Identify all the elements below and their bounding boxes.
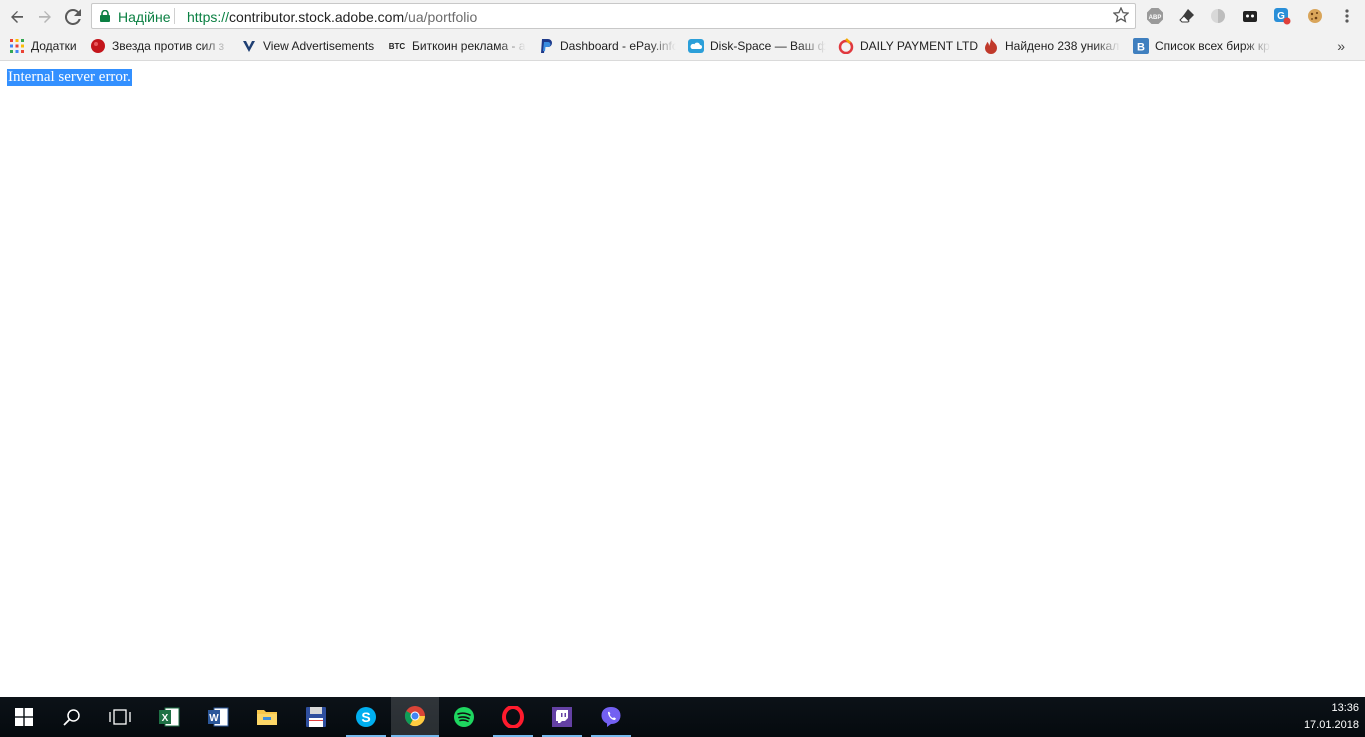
opera-icon bbox=[502, 706, 524, 728]
start-button[interactable] bbox=[0, 697, 48, 737]
paypal-icon bbox=[538, 38, 554, 54]
search-button[interactable] bbox=[48, 697, 96, 737]
abp-icon[interactable]: ABP bbox=[1144, 5, 1166, 27]
svg-text:W: W bbox=[209, 713, 219, 724]
bookmarks-bar: Додатки Звезда против сил з View Adverti… bbox=[0, 33, 1365, 61]
windows-taskbar: X W S 13:36 17.01.2018 bbox=[0, 697, 1365, 737]
task-view-button[interactable] bbox=[96, 697, 144, 737]
page-content: Internal server error. bbox=[0, 61, 1365, 697]
bookmark-label: Звезда против сил з bbox=[112, 39, 225, 53]
bookmark-label: Найдено 238 уникал bbox=[1005, 39, 1120, 53]
viber-icon bbox=[601, 707, 621, 727]
address-separator bbox=[174, 8, 175, 24]
browser-toolbar: Надійне https://contributor.stock.adobe.… bbox=[0, 0, 1365, 33]
spotify-icon bbox=[454, 707, 474, 727]
bookmark-item[interactable]: BTC Биткоин реклама - а bbox=[388, 37, 526, 55]
cloud-icon bbox=[688, 38, 704, 54]
reload-button[interactable] bbox=[61, 5, 85, 29]
bookmark-label: Disk-Space — Ваш ф bbox=[710, 39, 826, 53]
url-text[interactable]: https://contributor.stock.adobe.com/ua/p… bbox=[187, 9, 477, 25]
url-scheme: https:// bbox=[187, 9, 230, 25]
clock-date: 17.01.2018 bbox=[1303, 719, 1359, 731]
bookmark-item[interactable]: Dashboard - ePay.info bbox=[538, 37, 676, 55]
bookmark-item[interactable]: View Advertisements bbox=[241, 37, 374, 55]
v-logo-icon bbox=[241, 38, 257, 54]
svg-text:ABP: ABP bbox=[1149, 15, 1162, 21]
menu-icon[interactable] bbox=[1336, 5, 1358, 27]
chrome-icon bbox=[404, 706, 426, 727]
address-bar[interactable]: Надійне https://contributor.stock.adobe.… bbox=[91, 3, 1136, 29]
bookmark-item[interactable]: Найдено 238 уникал bbox=[983, 37, 1121, 55]
circle-extension-icon[interactable] bbox=[1207, 5, 1229, 27]
apps-label: Додатки bbox=[31, 39, 77, 53]
taskbar-app-viber[interactable] bbox=[587, 697, 635, 737]
bookmark-label: DAILY PAYMENT LTD bbox=[860, 39, 979, 53]
b-logo-icon: B bbox=[1133, 38, 1149, 54]
svg-text:S: S bbox=[361, 709, 370, 725]
system-clock[interactable]: 13:36 17.01.2018 bbox=[1304, 700, 1359, 734]
bookmark-item[interactable]: Disk-Space — Ваш ф bbox=[688, 37, 826, 55]
taskbar-app-twitch[interactable] bbox=[538, 697, 586, 737]
back-arrow-icon bbox=[11, 11, 23, 23]
start-icon bbox=[15, 708, 33, 726]
lock-icon bbox=[100, 10, 110, 22]
bookmark-label: View Advertisements bbox=[263, 39, 375, 53]
taskbar-app-spotify[interactable] bbox=[440, 697, 488, 737]
url-host: contributor.stock.adobe.com bbox=[229, 9, 405, 25]
bookmark-label: Dashboard - ePay.info bbox=[560, 39, 676, 53]
bookmark-star-icon[interactable] bbox=[1113, 7, 1129, 23]
clock-time: 13:36 bbox=[1331, 702, 1359, 714]
red-ball-icon bbox=[90, 38, 106, 54]
eraser-icon[interactable] bbox=[1176, 5, 1198, 27]
word-icon: W bbox=[208, 707, 229, 727]
bookmark-label: Биткоин реклама - а bbox=[412, 39, 526, 53]
forward-button[interactable] bbox=[33, 5, 57, 29]
taskbar-app-explorer[interactable] bbox=[243, 697, 291, 737]
error-message: Internal server error. bbox=[7, 69, 132, 86]
reload-icon bbox=[65, 9, 81, 25]
taskbar-app-opera[interactable] bbox=[489, 697, 537, 737]
shield-extension-icon[interactable]: G bbox=[1271, 5, 1293, 27]
btc-icon: BTC bbox=[388, 41, 406, 51]
apps-shortcut[interactable]: Додатки bbox=[9, 37, 77, 55]
cookie-icon[interactable] bbox=[1304, 5, 1326, 27]
cat-extension-icon[interactable] bbox=[1239, 5, 1261, 27]
twitch-icon bbox=[552, 707, 572, 727]
task-view-icon bbox=[109, 709, 131, 725]
file-explorer-icon bbox=[257, 710, 277, 725]
excel-icon: X bbox=[159, 707, 180, 727]
forward-arrow-icon bbox=[39, 11, 51, 23]
security-label: Надійне bbox=[118, 9, 171, 25]
taskbar-app-floppy[interactable] bbox=[292, 697, 340, 737]
chart-logo-icon bbox=[838, 38, 854, 54]
bookmark-label: Список всех бирж кр bbox=[1155, 39, 1270, 53]
flame-icon bbox=[983, 38, 999, 54]
bookmark-item[interactable]: B Список всех бирж кр bbox=[1133, 37, 1271, 55]
bookmark-item[interactable]: Звезда против сил з bbox=[90, 37, 230, 55]
taskbar-app-chrome[interactable] bbox=[391, 697, 439, 737]
floppy-app-icon bbox=[306, 707, 326, 727]
svg-text:X: X bbox=[162, 713, 169, 724]
taskbar-app-word[interactable]: W bbox=[194, 697, 242, 737]
url-path: /ua/portfolio bbox=[404, 9, 478, 25]
taskbar-app-skype[interactable]: S bbox=[342, 697, 390, 737]
search-icon bbox=[63, 709, 80, 726]
back-button[interactable] bbox=[5, 5, 29, 29]
bookmarks-more-button[interactable]: » bbox=[1337, 38, 1345, 54]
apps-grid-icon bbox=[9, 38, 25, 54]
bookmark-item[interactable]: DAILY PAYMENT LTD bbox=[838, 37, 978, 55]
taskbar-app-excel[interactable]: X bbox=[145, 697, 193, 737]
svg-text:B: B bbox=[1137, 42, 1145, 54]
skype-icon: S bbox=[356, 707, 376, 727]
